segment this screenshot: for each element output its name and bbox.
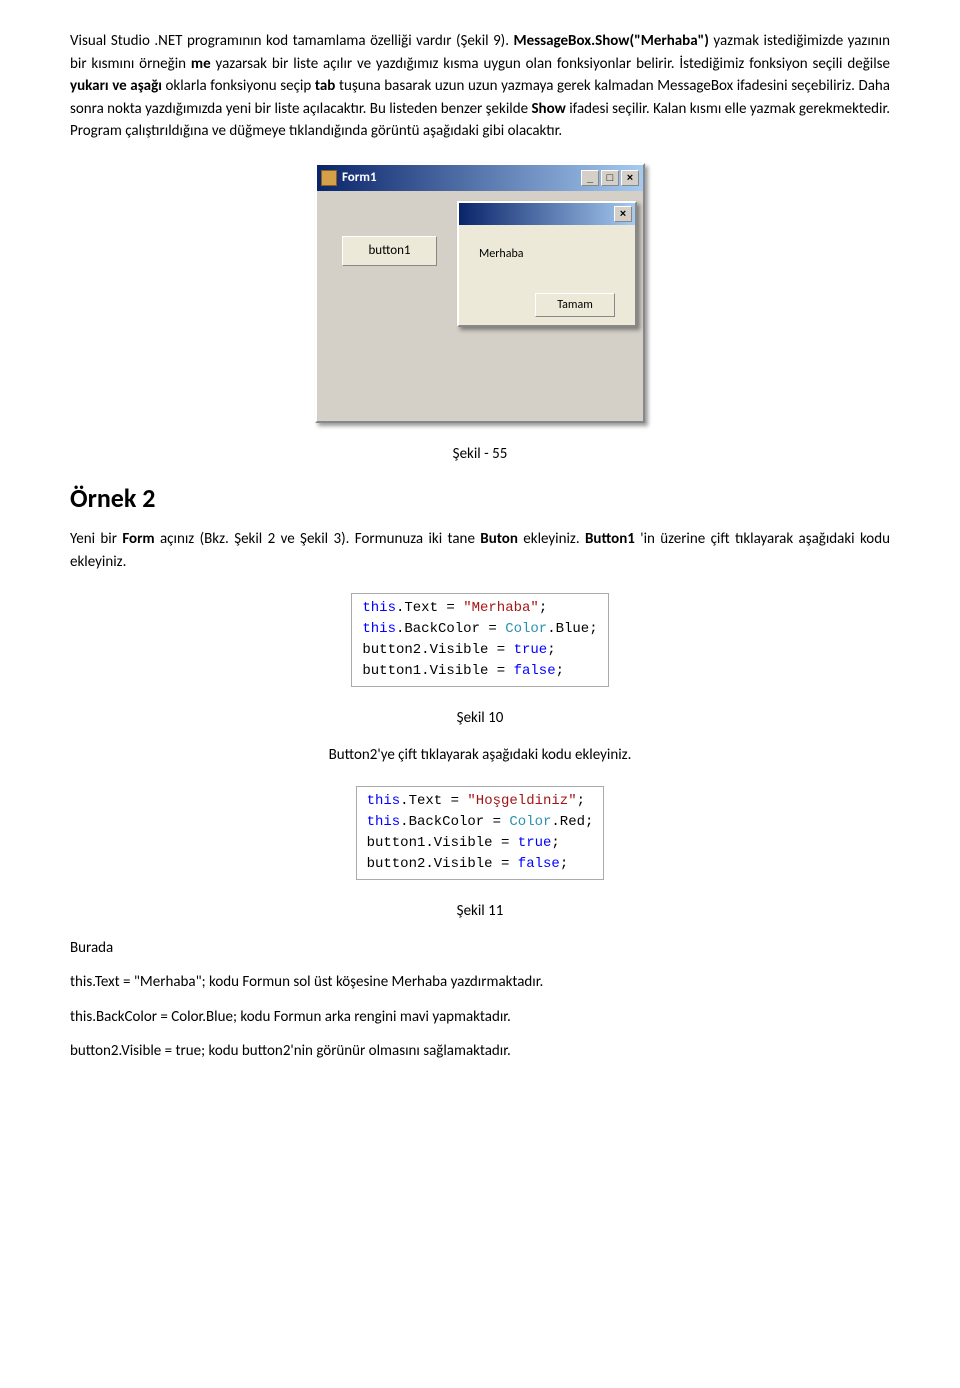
maximize-button[interactable]: □ [601, 170, 619, 186]
dialog-close-button[interactable]: × [614, 206, 632, 222]
caption-11: Şekil 11 [70, 900, 890, 923]
form1-window: Form1 _ □ × button1 × Merhaba Tamam [315, 163, 645, 423]
caption-10: Şekil 10 [70, 707, 890, 730]
window-buttons: _ □ × [581, 170, 639, 186]
code1-line4: button1.Visible = false; [362, 661, 597, 682]
minimize-button[interactable]: _ [581, 170, 599, 186]
close-button[interactable]: × [621, 170, 639, 186]
p5a: this.Text = "Merhaba"; [70, 973, 206, 991]
paragraph-1: Visual Studio .NET programının kod tamam… [70, 30, 890, 143]
form1-title: Form1 [342, 168, 581, 188]
figure-code1: this.Text = "Merhaba"; this.BackColor = … [70, 593, 890, 687]
paragraph-2: Yeni bir Form açınız (Bkz. Şekil 2 ve Şe… [70, 528, 890, 573]
code-block-2: this.Text = "Hoşgeldiniz"; this.BackColo… [356, 786, 605, 880]
p6b: kodu Formun arka rengini mavi yapmaktadı… [237, 1008, 511, 1026]
p1-b2: me [191, 55, 211, 73]
form1-body: button1 × Merhaba Tamam [317, 191, 643, 421]
paragraph-6: this.BackColor = Color.Blue; kodu Formun… [70, 1006, 890, 1029]
code1-line2: this.BackColor = Color.Blue; [362, 619, 597, 640]
dialog-ok-button[interactable]: Tamam [535, 293, 615, 317]
dialog-window: × Merhaba Tamam [457, 201, 637, 327]
p1-b4: tab [315, 77, 336, 95]
code2-line3: button1.Visible = true; [367, 833, 594, 854]
p1-b1: MessageBox.Show("Merhaba") [514, 32, 709, 50]
p1-b3: yukarı ve aşağı [70, 77, 162, 95]
p1-t3: yazarsak bir liste açılır ve yazdığımız … [216, 55, 890, 73]
p2-b3: Button1 [585, 530, 635, 548]
dialog-titlebar: × [459, 203, 635, 225]
code1-line1: this.Text = "Merhaba"; [362, 598, 597, 619]
paragraph-3: Button2'ye çift tıklayarak aşağıdaki kod… [70, 744, 890, 767]
p7a: button2.Visible = true; [70, 1042, 205, 1060]
figure-code2: this.Text = "Hoşgeldiniz"; this.BackColo… [70, 786, 890, 880]
p5b: kodu Formun sol üst köşesine Merhaba yaz… [206, 973, 544, 991]
paragraph-7: button2.Visible = true; kodu button2'nin… [70, 1040, 890, 1063]
code1-line3: button2.Visible = true; [362, 640, 597, 661]
p2-t2: açınız (Bkz. Şekil 2 ve Şekil 3). Formun… [160, 530, 480, 548]
caption-55: Şekil - 55 [70, 443, 890, 466]
p6a: this.BackColor = Color.Blue; [70, 1008, 237, 1026]
p1-t4: oklarla fonksiyonu seçip [166, 77, 315, 95]
button1[interactable]: button1 [342, 236, 437, 266]
code2-line2: this.BackColor = Color.Red; [367, 812, 594, 833]
heading-ornek2: Örnek 2 [70, 479, 890, 518]
p2-b1: Form [122, 530, 154, 548]
paragraph-4: Burada [70, 937, 890, 960]
figure-form1: Form1 _ □ × button1 × Merhaba Tamam [70, 163, 890, 423]
p1-b5: Show [531, 100, 565, 118]
p2-b2: Buton [480, 530, 518, 548]
p2-t3: ekleyiniz. [523, 530, 585, 548]
code-block-1: this.Text = "Merhaba"; this.BackColor = … [351, 593, 608, 687]
dialog-text: Merhaba [479, 245, 615, 263]
paragraph-5: this.Text = "Merhaba"; kodu Formun sol ü… [70, 971, 890, 994]
p1-t1: Visual Studio .NET programının kod tamam… [70, 32, 514, 50]
p2-t1: Yeni bir [70, 530, 122, 548]
code2-line4: button2.Visible = false; [367, 854, 594, 875]
form1-titlebar: Form1 _ □ × [317, 165, 643, 191]
code2-line1: this.Text = "Hoşgeldiniz"; [367, 791, 594, 812]
p7b: kodu button2'nin görünür olmasını sağlam… [205, 1042, 511, 1060]
form1-icon [321, 170, 337, 186]
dialog-body: Merhaba Tamam [459, 225, 635, 325]
